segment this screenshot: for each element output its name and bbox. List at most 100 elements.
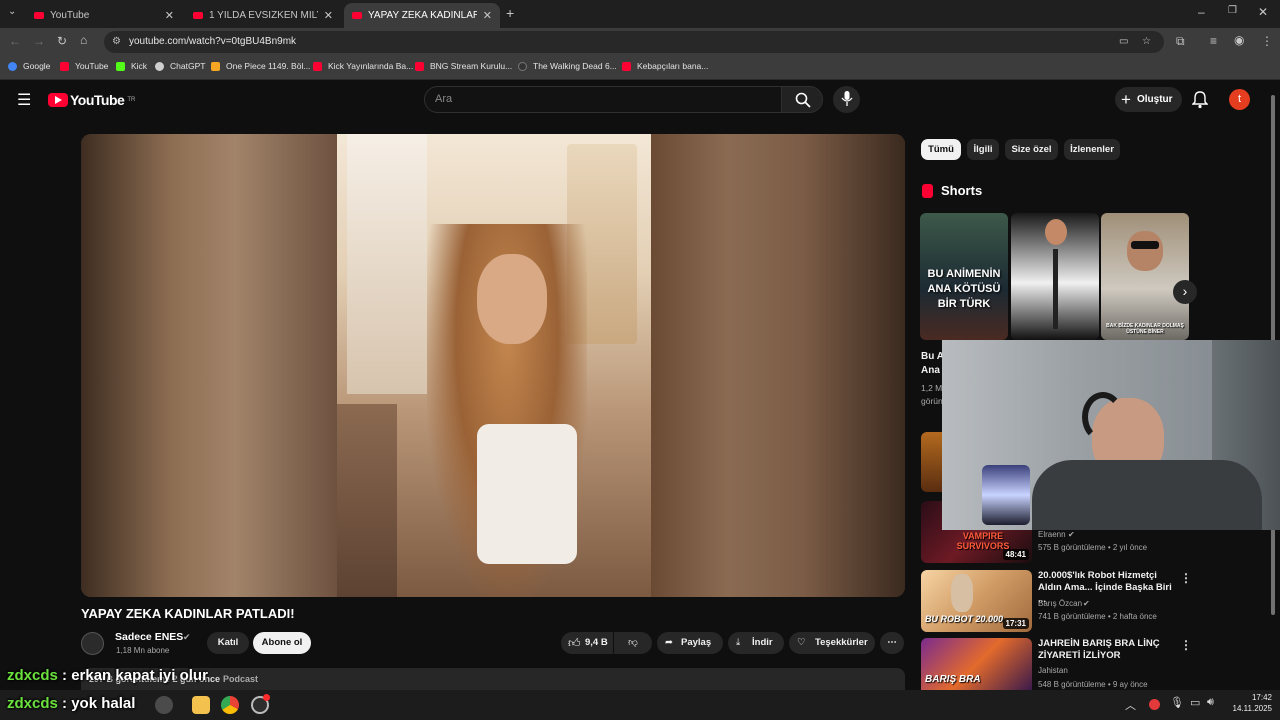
minimize-icon[interactable]: – <box>1198 5 1205 19</box>
microphone-icon <box>841 91 853 106</box>
partial-thumbnail[interactable] <box>921 432 943 492</box>
channel-name[interactable]: Sadece ENES <box>115 631 183 643</box>
home-icon[interactable]: ⌂ <box>80 33 87 47</box>
bookmark-label: Google <box>23 61 51 71</box>
clock-time: 17:42 <box>1251 693 1272 702</box>
short-card-clarinet[interactable] <box>1011 213 1099 340</box>
share-button[interactable]: ➦ Paylaş <box>657 632 723 654</box>
close-window-icon[interactable]: ✕ <box>1258 5 1268 19</box>
tab-milyoner[interactable]: 1 YILDA EVSİZKEN MİLYONER O ✕ <box>185 3 341 28</box>
voice-search-button[interactable] <box>833 86 860 113</box>
short-card-anime[interactable]: BU ANİMENİN ANA KÖTÜSÜ BİR TÜRK <box>920 213 1008 340</box>
thanks-button[interactable]: ♡ Teşekkürler <box>789 632 875 654</box>
bookmark-one-piece[interactable]: One Piece 1149. Böl... <box>211 61 310 71</box>
short-card-sunglasses[interactable]: BAK BİZDE KADINLAR DOLMAŞ ÜSTÜNE BİNER <box>1101 213 1189 340</box>
taskbar-app-icon[interactable] <box>155 696 173 714</box>
bookmark-bng[interactable]: BNG Stream Kurulu... <box>415 61 512 71</box>
sunglasses-shape <box>1131 241 1159 249</box>
recommendation-channel[interactable]: Barış Özcan <box>1038 599 1082 608</box>
bookmark-google[interactable]: Google <box>8 61 50 71</box>
extensions-icon[interactable]: ⧉ <box>1176 34 1185 49</box>
create-button[interactable]: + Oluştur <box>1115 87 1182 112</box>
download-button[interactable]: ⤓ İndir <box>728 632 784 654</box>
video-frame <box>337 134 651 597</box>
tab-search-chevron-icon[interactable]: ⌄ <box>8 6 16 17</box>
video-blur-left <box>81 134 337 597</box>
volume-icon[interactable]: 🔊︎ <box>1207 696 1214 709</box>
tray-chevron-icon[interactable]: ︿ <box>1125 697 1136 713</box>
account-avatar[interactable]: t <box>1229 89 1250 110</box>
filter-chip-all[interactable]: Tümü <box>921 139 961 160</box>
filter-chip-for-you[interactable]: Size özel <box>1005 139 1058 160</box>
video-duration: 17:31 <box>1002 618 1029 629</box>
shorts-heading: Shorts <box>922 183 982 198</box>
microphone-tray-icon[interactable]: 🎙︎ <box>1170 696 1184 709</box>
recommendation-thumbnail[interactable]: BU ROBOT 20.000 17:31 <box>921 570 1032 632</box>
more-options-icon[interactable]: ⋮ <box>1180 571 1192 585</box>
reading-list-icon[interactable]: ≡ <box>1210 34 1217 48</box>
short-meta-partial: görün <box>921 396 943 406</box>
search-button[interactable] <box>781 86 823 113</box>
channel-avatar[interactable] <box>81 632 104 655</box>
recommendation-title[interactable]: JAHREİN BARIŞ BRA LİNÇ ZİYARETİ İZLİYOR <box>1038 638 1174 662</box>
bookmark-kebap[interactable]: Kebapçıları bana... <box>622 61 708 71</box>
bookmark-label: BNG Stream Kurulu... <box>430 61 513 71</box>
filter-chip-related[interactable]: İlgili <box>967 139 999 160</box>
recommendation-channel[interactable]: Elraenn <box>1038 530 1066 539</box>
cast-icon[interactable]: ▭ <box>1119 31 1128 53</box>
network-icon[interactable]: ▭ <box>1190 696 1200 709</box>
restore-icon[interactable]: ❐ <box>1228 5 1237 16</box>
tab-youtube[interactable]: YouTube ✕ <box>26 3 182 28</box>
site-info-icon[interactable]: ⚙ <box>112 31 121 53</box>
forward-icon[interactable]: → <box>33 34 45 48</box>
new-tab-icon[interactable]: + <box>506 5 514 21</box>
more-actions-button[interactable]: ⋯ <box>880 632 904 654</box>
person-head <box>1127 231 1163 271</box>
recommendation-thumbnail[interactable]: BARIŞ BRA <box>921 638 1032 690</box>
shorts-title: Shorts <box>941 183 983 198</box>
join-button[interactable]: Katıl <box>207 632 249 654</box>
more-options-icon[interactable]: ⋮ <box>1180 638 1192 652</box>
search-input[interactable]: Ara <box>424 86 782 113</box>
like-button[interactable]: 👍︎ 9,4 B <box>561 632 613 654</box>
bookmark-walking-dead[interactable]: The Walking Dead 6... <box>518 61 617 71</box>
tray-app-icon[interactable] <box>1149 699 1160 710</box>
recommendation-channel[interactable]: Jahistan <box>1038 666 1068 675</box>
shorts-logo-icon <box>922 183 933 198</box>
create-label: Oluştur <box>1137 94 1173 105</box>
file-explorer-icon[interactable] <box>192 696 210 714</box>
chrome-menu-icon[interactable]: ⋮ <box>1261 34 1273 48</box>
clock[interactable]: 17:42 14.11.2025 <box>1228 692 1272 714</box>
reload-icon[interactable]: ↻ <box>57 34 67 48</box>
thumbs-up-icon: 👍︎ <box>568 636 581 650</box>
chrome-taskbar-icon[interactable] <box>221 696 239 714</box>
shorts-next-button[interactable]: › <box>1173 280 1197 304</box>
youtube-icon <box>313 61 322 71</box>
browser-tab-bar: ⌄ YouTube ✕ 1 YILDA EVSİZKEN MİLYONER O … <box>0 0 1280 28</box>
close-tab-icon[interactable]: ✕ <box>165 9 174 22</box>
back-icon[interactable]: ← <box>9 34 21 48</box>
bookmark-star-icon[interactable]: ☆ <box>1142 31 1151 53</box>
bookmark-kick-yayin[interactable]: Kick Yayınlarında Ba... <box>313 61 413 71</box>
notifications-bell-icon[interactable] <box>1192 91 1208 109</box>
filter-chip-watched[interactable]: İzlenenler <box>1064 139 1120 160</box>
profile-icon[interactable]: ◉ <box>1234 33 1244 47</box>
search-icon <box>795 92 811 108</box>
tab-yapay-zeka[interactable]: YAPAY ZEKA KADINLAR PATLAD ✕ <box>344 3 500 28</box>
close-tab-icon[interactable]: ✕ <box>324 9 333 22</box>
bookmark-chatgpt[interactable]: ChatGPT <box>155 61 205 71</box>
subscribe-button[interactable]: Abone ol <box>253 632 311 654</box>
youtube-icon <box>622 61 631 71</box>
bookmark-kick[interactable]: Kick <box>116 61 147 71</box>
description-tag: Podcast <box>223 674 259 684</box>
url-field[interactable]: ⚙ youtube.com/watch?v=0tgBU4Bn9mk ▭ ☆ <box>104 31 1164 53</box>
recommendation-meta: 741 B görüntüleme • 2 hafta önce <box>1038 612 1157 621</box>
youtube-logo[interactable]: YouTube TR <box>48 92 135 108</box>
bookmark-youtube[interactable]: YouTube <box>60 61 108 71</box>
recording-dot-icon <box>263 694 270 701</box>
close-tab-icon[interactable]: ✕ <box>483 9 492 22</box>
dislike-button[interactable]: 👎︎ <box>614 632 652 654</box>
video-player[interactable] <box>81 134 905 597</box>
hamburger-menu-icon[interactable]: ☰ <box>17 90 31 110</box>
one-piece-icon <box>211 61 220 71</box>
